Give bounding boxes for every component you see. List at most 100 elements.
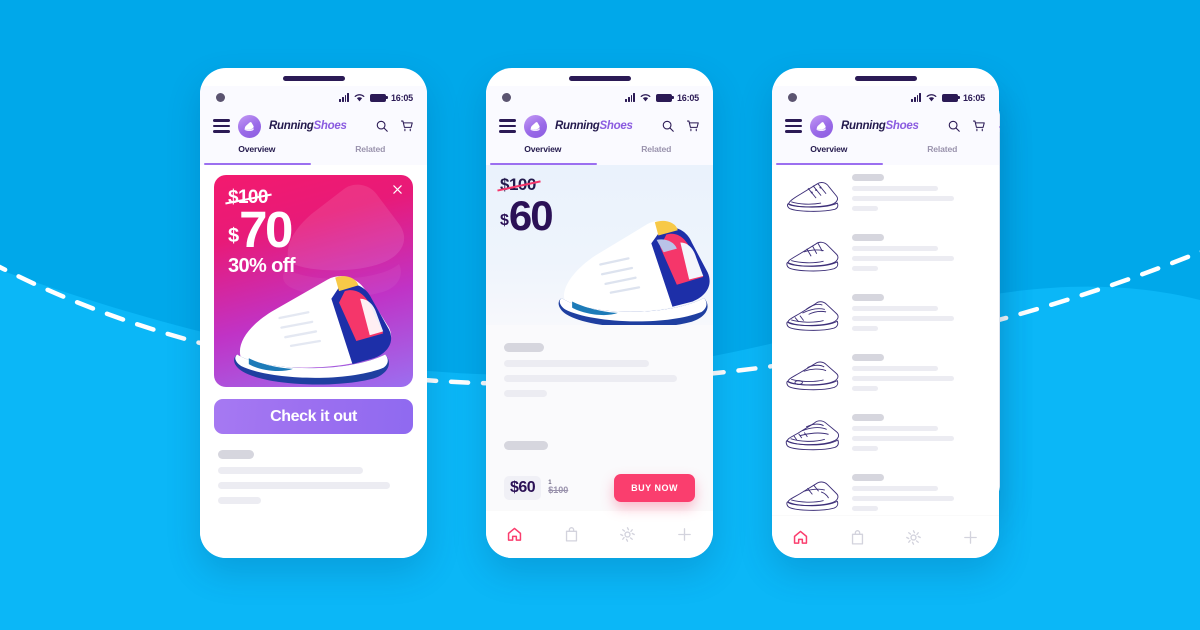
tab-bar: Overview Related xyxy=(200,143,427,165)
tab-related[interactable]: Related xyxy=(600,143,714,165)
brand-name-first: Running xyxy=(269,120,314,132)
skeleton-line xyxy=(852,196,954,201)
list-item-text xyxy=(852,234,986,276)
home-icon[interactable] xyxy=(506,526,523,543)
signal-bars-icon xyxy=(625,93,635,102)
sneaker-runner-icon xyxy=(786,241,839,272)
skeleton-line xyxy=(852,326,878,331)
skeleton-line xyxy=(218,497,261,504)
tab-related[interactable]: Related xyxy=(886,143,1000,165)
skeleton-line xyxy=(504,390,547,397)
promo-card[interactable]: $100 $ 70 30% off xyxy=(214,175,413,387)
shopping-cart-icon[interactable] xyxy=(972,119,986,133)
shopping-cart-icon[interactable] xyxy=(400,119,414,133)
front-camera-icon xyxy=(788,93,797,102)
skeleton-line xyxy=(852,446,878,451)
product-shoe-image xyxy=(558,220,710,328)
promo-shoe-image xyxy=(234,275,392,385)
plus-icon[interactable] xyxy=(676,526,693,543)
skeleton-line xyxy=(852,376,954,381)
tab-overview[interactable]: Overview xyxy=(200,143,314,165)
hamburger-menu-icon[interactable] xyxy=(213,119,230,133)
skeleton-line xyxy=(218,467,363,474)
shoe-icon xyxy=(238,114,261,138)
list-item[interactable] xyxy=(772,285,999,345)
sneaker-air-icon xyxy=(786,361,839,391)
sneaker-trainer-icon xyxy=(786,301,839,331)
signal-bars-icon xyxy=(911,93,921,102)
tab-active-indicator xyxy=(204,163,311,165)
skeleton-line xyxy=(852,426,938,431)
purchase-row: $60 1 $100 BUY NOW xyxy=(504,474,695,502)
plus-icon[interactable] xyxy=(962,529,979,546)
shopping-bag-icon[interactable] xyxy=(849,529,866,546)
product-hero: $100 $ 60 xyxy=(486,165,713,328)
list-item[interactable] xyxy=(772,225,999,285)
list-item[interactable] xyxy=(772,465,999,515)
promo-new-price: $ 70 xyxy=(228,201,295,258)
skeleton-line xyxy=(852,366,938,371)
status-bar: 16:05 xyxy=(772,86,999,109)
hamburger-menu-icon[interactable] xyxy=(785,119,802,133)
signal-bars-icon xyxy=(339,93,349,102)
skeleton-line xyxy=(852,506,878,511)
gear-icon[interactable] xyxy=(905,529,922,546)
app-bar: RunningShoes xyxy=(486,109,713,143)
product-price-block: $100 $ 60 xyxy=(500,175,554,236)
search-icon[interactable] xyxy=(375,119,389,133)
brand-name-first: Running xyxy=(555,120,600,132)
status-bar: 16:05 xyxy=(486,86,713,109)
skeleton-title xyxy=(852,414,884,421)
placeholder-text-block xyxy=(200,434,427,512)
phone-speaker-notch xyxy=(568,76,631,81)
close-icon[interactable] xyxy=(392,184,403,195)
skeleton-line xyxy=(852,436,954,441)
tab-overview[interactable]: Overview xyxy=(772,143,886,165)
search-icon[interactable] xyxy=(947,119,961,133)
product-list xyxy=(772,165,999,516)
brand-name: RunningShoes xyxy=(269,120,347,132)
list-item[interactable] xyxy=(772,165,999,225)
skeleton-line xyxy=(852,496,954,501)
tab-overview[interactable]: Overview xyxy=(486,143,600,165)
shopping-bag-icon[interactable] xyxy=(563,526,580,543)
wifi-icon xyxy=(354,94,365,102)
list-item[interactable] xyxy=(772,405,999,465)
product-old-price: $100 xyxy=(500,175,536,194)
skeleton-line xyxy=(852,266,878,271)
hamburger-menu-icon[interactable] xyxy=(499,119,516,133)
brand-name-first: Running xyxy=(841,120,886,132)
skeleton-title xyxy=(504,343,544,352)
front-camera-icon xyxy=(216,93,225,102)
app-bar: RunningShoes xyxy=(200,109,427,143)
skeleton-line xyxy=(852,386,878,391)
skeleton-line xyxy=(852,246,938,251)
battery-icon xyxy=(655,93,675,102)
skeleton-line xyxy=(504,360,649,367)
check-it-out-button[interactable]: Check it out xyxy=(214,399,413,434)
promo-text-block: $100 $ 70 30% off xyxy=(228,187,296,278)
front-camera-icon xyxy=(502,93,511,102)
search-icon[interactable] xyxy=(661,119,675,133)
tab-active-indicator xyxy=(776,163,883,165)
promo-price-value: 70 xyxy=(239,201,293,258)
shopping-cart-icon[interactable] xyxy=(686,119,700,133)
bottom-navigation xyxy=(772,515,999,558)
brand-name: RunningShoes xyxy=(841,120,919,132)
phone-speaker-notch xyxy=(282,76,345,81)
buy-now-button[interactable]: BUY NOW xyxy=(614,474,695,502)
skeleton-line xyxy=(852,186,938,191)
brand-name-second: Shoes xyxy=(313,120,347,132)
tab-bar: Overview Related xyxy=(772,143,999,165)
skeleton-title xyxy=(852,234,884,241)
phone-promo-screen: 16:05 RunningShoes Overview Related $100… xyxy=(200,68,427,558)
list-item[interactable] xyxy=(772,345,999,405)
skeleton-subtitle xyxy=(504,441,548,450)
gear-icon[interactable] xyxy=(619,526,636,543)
tab-related[interactable]: Related xyxy=(314,143,428,165)
promo-currency-symbol: $ xyxy=(228,225,240,247)
product-footer-old-price: $100 xyxy=(548,485,569,496)
home-icon[interactable] xyxy=(792,529,809,546)
product-footer-price: $60 xyxy=(504,476,542,500)
app-bar: RunningShoes xyxy=(772,109,999,143)
